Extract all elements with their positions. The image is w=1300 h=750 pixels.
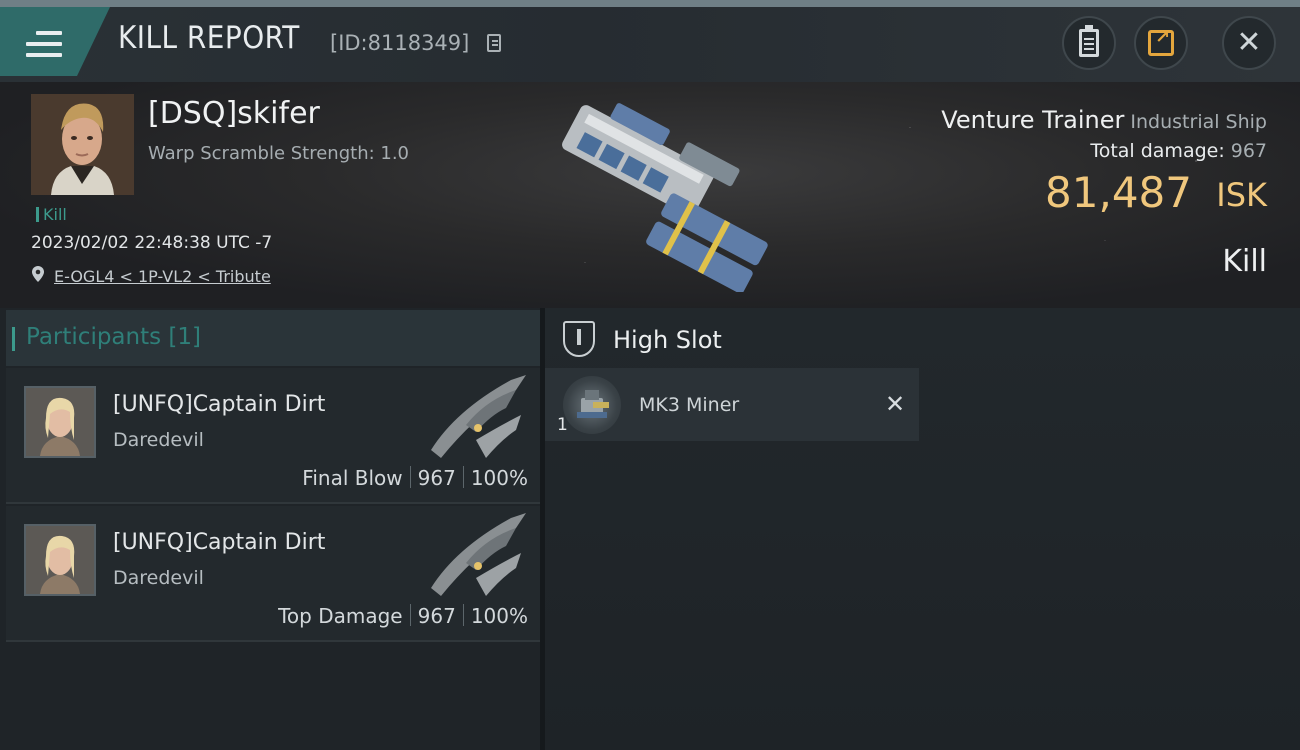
module-name: MK3 Miner <box>639 394 740 416</box>
victim-avatar[interactable] <box>31 94 134 195</box>
result-label: Kill <box>1222 244 1267 279</box>
participant-row[interactable]: [UNFQ]Captain Dirt Daredevil Final Blow 9… <box>6 368 540 504</box>
isk-unit: ISK <box>1216 176 1267 214</box>
participant-damage: 967 <box>417 604 456 628</box>
module-item[interactable]: 1 MK3 Miner ✕ <box>545 368 919 441</box>
participant-ship-image[interactable] <box>416 508 536 603</box>
participant-row[interactable]: [UNFQ]Captain Dirt Daredevil Top Damage 9… <box>6 506 540 642</box>
slot-section-title: High Slot <box>613 326 722 354</box>
close-icon: ✕ <box>1236 25 1262 60</box>
module-quantity: 1 <box>557 415 568 435</box>
participant-stats: Final Blow 967 100% <box>302 466 528 490</box>
isk-value: 81,487 <box>1045 168 1192 217</box>
location-link[interactable]: E-OGL4 < 1P-VL2 < Tribute <box>54 267 271 286</box>
share-button[interactable] <box>1134 16 1188 70</box>
location-pin-icon <box>32 266 44 282</box>
participant-tag: Final Blow <box>302 466 403 490</box>
ship-class: Industrial Ship <box>1130 111 1267 133</box>
share-icon <box>1148 27 1174 56</box>
kill-timestamp: 2023/02/02 22:48:38 UTC -7 <box>31 233 273 253</box>
ship-name-text: Venture Trainer <box>941 106 1125 134</box>
participant-name[interactable]: [UNFQ]Captain Dirt <box>113 530 325 555</box>
participant-damage: 967 <box>417 466 456 490</box>
report-id: [ID:8118349] <box>330 31 470 55</box>
page-title: KILL REPORT <box>118 20 300 56</box>
participant-avatar[interactable] <box>24 524 96 596</box>
kill-tag: Kill <box>36 205 67 224</box>
clipboard-icon <box>1079 25 1099 57</box>
copy-icon[interactable] <box>487 34 501 52</box>
victim-ship-name[interactable]: Venture Trainer Industrial Ship <box>941 106 1267 134</box>
high-slot-icon <box>563 321 595 357</box>
victim-ship-image[interactable] <box>520 92 790 292</box>
total-damage-value: 967 <box>1230 140 1267 162</box>
total-damage: Total damage: 967 <box>1090 140 1267 162</box>
participants-title-text: Participants <box>26 324 162 350</box>
participant-name[interactable]: [UNFQ]Captain Dirt <box>113 392 325 417</box>
participant-ship: Daredevil <box>113 567 204 589</box>
close-button[interactable]: ✕ <box>1222 16 1276 70</box>
participant-ship: Daredevil <box>113 429 204 451</box>
participant-percent: 100% <box>470 466 528 490</box>
total-damage-label: Total damage: <box>1090 140 1225 162</box>
participants-count: [1] <box>168 324 202 350</box>
warp-scramble-strength: Warp Scramble Strength: 1.0 <box>148 143 410 164</box>
miner-module-icon <box>563 376 621 434</box>
clipboard-button[interactable] <box>1062 16 1116 70</box>
top-accent-line <box>0 0 1300 7</box>
participant-tag: Top Damage <box>278 604 403 628</box>
participant-ship-image[interactable] <box>416 370 536 465</box>
participant-avatar[interactable] <box>24 386 96 458</box>
participant-percent: 100% <box>470 604 528 628</box>
victim-pilot-name[interactable]: [DSQ]skifer <box>148 96 320 131</box>
participant-stats: Top Damage 967 100% <box>278 604 528 628</box>
participants-title: Participants [1] <box>11 324 202 351</box>
module-remove-icon[interactable]: ✕ <box>885 390 905 418</box>
menu-icon <box>26 31 62 59</box>
